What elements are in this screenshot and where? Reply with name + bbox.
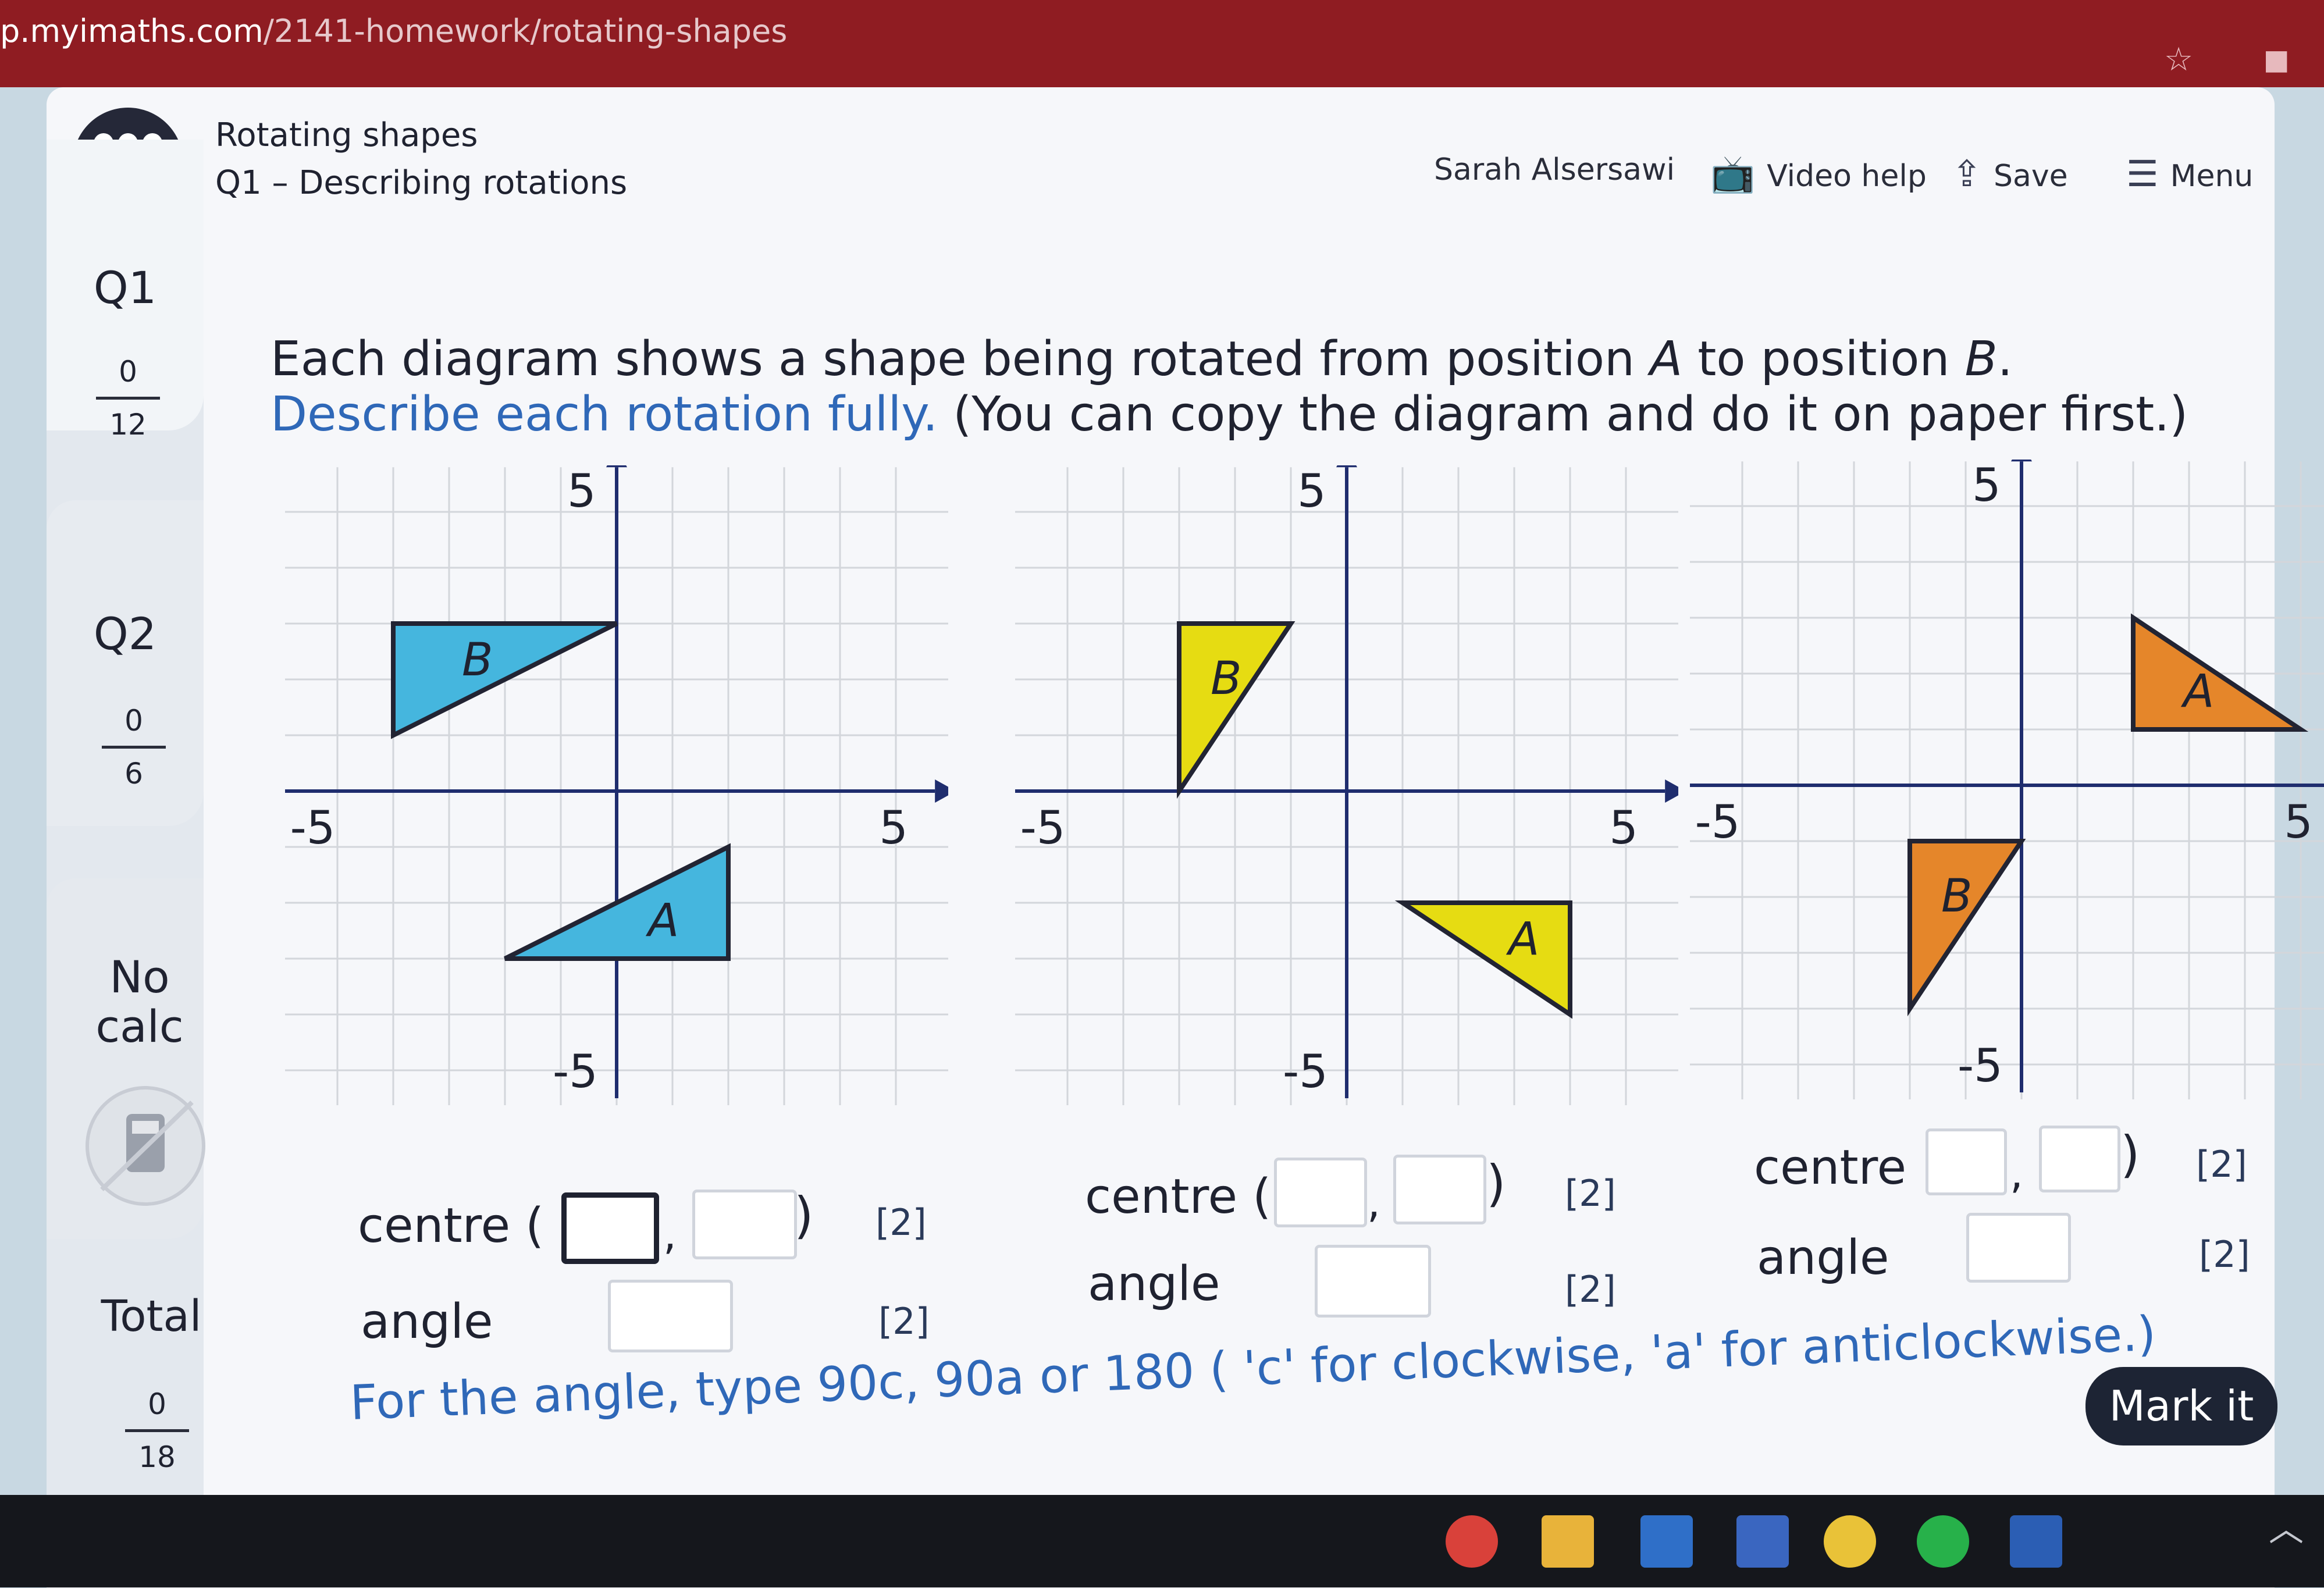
x-axis-min-label: -5: [290, 802, 336, 854]
x-axis-max-label: 5: [879, 802, 908, 854]
folder-icon[interactable]: [1542, 1515, 1594, 1568]
y-axis-arrow: [606, 447, 627, 468]
marks-angle-2: [2]: [1565, 1268, 1616, 1311]
upload-icon: ⇪: [1952, 152, 1982, 195]
shape-label-A: A: [1506, 913, 1539, 966]
question-subtitle: Q1 – Describing rotations: [215, 164, 628, 202]
total-label: Total: [101, 1291, 202, 1341]
centre-x-input-1[interactable]: [561, 1192, 659, 1264]
y-axis-min-label: -5: [553, 1046, 598, 1098]
instruction-line-1: Each diagram shows a shape being rotated…: [271, 332, 2013, 387]
marks-centre-2: [2]: [1565, 1172, 1616, 1215]
q2-label: Q2: [93, 608, 157, 660]
angle-label-1: angle: [361, 1294, 493, 1350]
tv-icon: 📺: [1710, 152, 1756, 195]
comma-2: ,: [1367, 1178, 1380, 1227]
shape-label-A: A: [2180, 665, 2214, 718]
centre-label-3: centre (: [1754, 1140, 1941, 1195]
y-axis-max-label: 5: [1297, 465, 1326, 518]
whatsapp-icon[interactable]: [1917, 1515, 1969, 1568]
describe-link[interactable]: Describe each rotation fully.: [271, 387, 938, 442]
user-name: Sarah Alsersawi: [1434, 152, 1675, 187]
angle-input-2[interactable]: [1315, 1245, 1431, 1318]
shape-label-A: A: [645, 895, 679, 947]
marks-centre-3: [2]: [2196, 1143, 2247, 1185]
calculator-disabled-icon: [86, 1086, 205, 1206]
diagram-1: 5 -5 -5 5 B A: [280, 447, 956, 1127]
url-text[interactable]: p.myimaths.com/2141-homework/rotating-sh…: [0, 13, 787, 49]
close-paren-1: ): [794, 1187, 814, 1245]
calc-line2: calc: [95, 1000, 184, 1052]
save-button[interactable]: ⇪ Save: [1952, 152, 2068, 195]
x-axis-max-label: 5: [2284, 796, 2313, 849]
y-axis-min-label: -5: [1958, 1040, 2003, 1092]
marks-angle-3: [2]: [2199, 1233, 2250, 1276]
centre-label-1: centre (: [358, 1198, 544, 1254]
centre-x-input-3[interactable]: [1926, 1128, 2007, 1195]
total-score: 0 18: [125, 1387, 189, 1474]
angle-input-1[interactable]: [608, 1280, 733, 1352]
y-axis-max-label: 5: [567, 465, 596, 518]
video-help-button[interactable]: 📺 Video help: [1710, 152, 1927, 195]
instruction-line-2: Describe each rotation fully. (You can c…: [271, 387, 2188, 442]
centre-y-input-2[interactable]: [1393, 1155, 1486, 1224]
q1-score: 0 12: [96, 355, 160, 441]
centre-x-input-2[interactable]: [1274, 1158, 1367, 1227]
snapchat-icon[interactable]: [1824, 1515, 1876, 1568]
taskbar: [0, 1495, 2324, 1587]
centre-y-input-3[interactable]: [2039, 1126, 2120, 1192]
x-axis-min-label: -5: [1695, 796, 1741, 849]
marks-angle-1: [2]: [878, 1300, 930, 1343]
x-axis-arrow: [935, 779, 956, 803]
diagram-3: 5 -5 -5 5 A B: [1685, 441, 2324, 1121]
store-icon[interactable]: [1640, 1515, 1693, 1568]
extension-icon[interactable]: ◼: [2263, 41, 2290, 79]
hamburger-icon: ☰: [2126, 152, 2159, 195]
angle-input-3[interactable]: [1966, 1213, 2071, 1283]
close-paren-3: ): [2120, 1126, 2140, 1184]
q1-label: Q1: [93, 262, 157, 314]
calc-line1: No: [109, 951, 170, 1003]
word-icon[interactable]: [2010, 1515, 2062, 1568]
x-axis-min-label: -5: [1020, 802, 1066, 854]
x-axis-arrow: [1665, 779, 1686, 803]
lesson-title: Rotating shapes: [215, 116, 478, 154]
shape-label-B: B: [462, 634, 493, 686]
angle-label-3: angle: [1757, 1230, 1889, 1286]
centre-y-input-1[interactable]: [692, 1190, 797, 1259]
shape-label-B: B: [1211, 653, 1242, 705]
close-paren-2: ): [1486, 1155, 1506, 1213]
y-axis-min-label: -5: [1283, 1046, 1328, 1098]
url-path: /2141-homework/rotating-shapes: [263, 13, 788, 49]
star-icon[interactable]: ☆: [2164, 41, 2193, 79]
comma-3: ,: [2010, 1149, 2023, 1198]
y-axis-arrow: [2011, 441, 2032, 462]
centre-label-2: centre (: [1085, 1169, 1272, 1224]
chrome-icon[interactable]: [1446, 1515, 1498, 1568]
menu-button[interactable]: ☰ Menu: [2126, 152, 2253, 195]
x-axis-max-label: 5: [1609, 802, 1638, 854]
grid: [1685, 449, 2324, 1121]
office-icon[interactable]: [1736, 1515, 1789, 1568]
shape-label-B: B: [1941, 870, 1973, 923]
chevron-up-icon[interactable]: ︿: [2269, 1501, 2304, 1551]
diagram-2: 5 -5 -5 5 B A: [1010, 447, 1686, 1127]
comma-1: ,: [663, 1210, 677, 1259]
marks-centre-1: [2]: [875, 1201, 927, 1244]
y-axis-max-label: 5: [1972, 460, 2001, 512]
mark-it-button[interactable]: Mark it: [2085, 1367, 2277, 1445]
y-axis-arrow: [1336, 447, 1357, 468]
angle-label-2: angle: [1088, 1256, 1220, 1312]
url-domain: p.myimaths.com: [0, 13, 264, 49]
q2-score: 06: [102, 704, 166, 791]
